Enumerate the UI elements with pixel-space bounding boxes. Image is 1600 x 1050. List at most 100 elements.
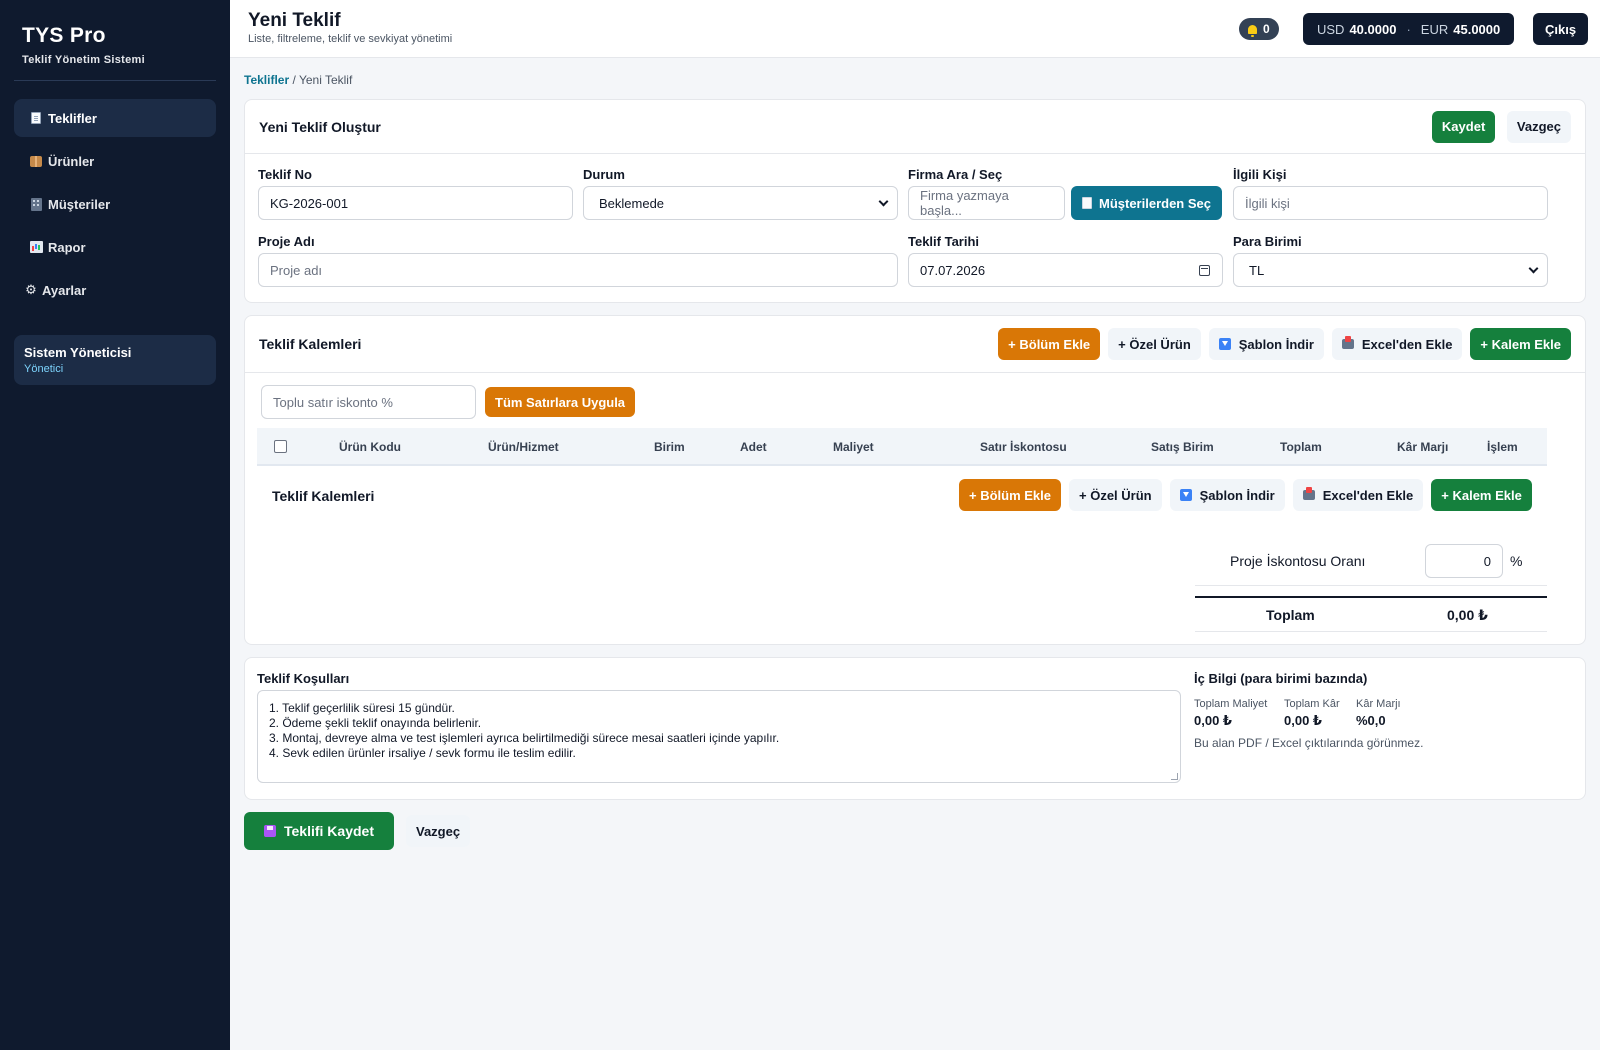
- conditions-title: Teklif Koşulları: [257, 671, 350, 686]
- durum-selected-value: Beklemede: [599, 195, 665, 211]
- quote-form-actions: Kaydet Vazgeç: [1424, 110, 1571, 143]
- eur-label: EUR: [1420, 21, 1449, 37]
- column-header: Ürün/Hizmet: [488, 440, 559, 454]
- logout-button[interactable]: Çıkış: [1533, 13, 1589, 45]
- apply-all-rows-button[interactable]: Tüm Satırlara Uygula: [485, 387, 636, 417]
- project-discount-label: Proje İskontosu Oranı: [1230, 553, 1366, 569]
- add-section-button[interactable]: + Bölüm Ekle: [959, 479, 1061, 511]
- save-button[interactable]: Kaydet: [1431, 110, 1496, 143]
- select-customer-button[interactable]: Müşterilerden Seç: [1071, 186, 1222, 220]
- user-card[interactable]: Sistem Yöneticisi Yönetici: [14, 335, 216, 385]
- column-header: Kâr Marjı: [1397, 440, 1449, 454]
- internal-info-note: Bu alan PDF / Excel çıktılarında görünme…: [1194, 736, 1424, 750]
- cancel-button[interactable]: Vazgeç: [1506, 110, 1571, 143]
- inner-items-title: Teklif Kalemleri: [272, 488, 375, 504]
- user-role: Yönetici: [24, 363, 64, 375]
- column-header: Toplam: [1280, 440, 1322, 454]
- download-template-button[interactable]: Şablon İndir: [1169, 479, 1285, 511]
- conditions-card: Teklif Koşulları 1. Teklif geçerlilik sü…: [244, 657, 1586, 800]
- teklif-tarihi-input[interactable]: 07.07.2026: [908, 253, 1223, 287]
- condition-line: 1. Teklif geçerlilik süresi 15 gündür.: [269, 701, 455, 715]
- add-custom-product-button[interactable]: + Özel Ürün: [1069, 479, 1162, 511]
- resize-handle-icon[interactable]: [1171, 773, 1178, 780]
- brand-subtitle: Teklif Yönetim Sistemi: [22, 54, 145, 66]
- select-customer-label: Müşterilerden Seç: [1099, 195, 1211, 211]
- sidebar-item-ayarlar[interactable]: ⚙ Ayarlar: [14, 271, 216, 309]
- breadcrumb-root-link[interactable]: Teklifler: [244, 73, 289, 87]
- column-header: Maliyet: [833, 440, 874, 454]
- condition-line: 3. Montaj, devreye alma ve test işlemler…: [269, 731, 780, 745]
- condition-line: 4. Sevk edilen ürünler irsaliye / sevk f…: [269, 746, 576, 760]
- total-label: Toplam: [1266, 607, 1315, 623]
- notification-count: 0: [1263, 22, 1270, 36]
- firma-search-input[interactable]: Firma yazmaya başla...: [908, 186, 1065, 220]
- project-discount-input[interactable]: 0: [1425, 544, 1503, 578]
- divider: [1195, 631, 1547, 632]
- rate-separator: ·: [1406, 21, 1411, 37]
- quote-form-card: Yeni Teklif Oluştur Kaydet Vazgeç Teklif…: [244, 99, 1586, 303]
- page-subtitle: Liste, filtreleme, teklif ve sevkiyat yö…: [248, 33, 453, 45]
- download-icon: [1218, 338, 1231, 350]
- chevron-down-icon: [1528, 263, 1539, 274]
- sidebar-item-rapor[interactable]: Rapor: [14, 228, 216, 266]
- box-icon: [26, 155, 46, 167]
- quote-form-title: Yeni Teklif Oluştur: [259, 118, 381, 135]
- conditions-textarea[interactable]: 1. Teklif geçerlilik süresi 15 gündür. 2…: [257, 690, 1181, 783]
- quote-items-card: Teklif Kalemleri + Bölüm Ekle + Özel Ürü…: [244, 315, 1586, 645]
- sidebar-item-teklifler[interactable]: Teklifler: [14, 99, 216, 137]
- select-all-checkbox[interactable]: [274, 440, 287, 453]
- column-header: Adet: [740, 440, 767, 454]
- import-excel-button[interactable]: Excel'den Ekle: [1331, 328, 1463, 360]
- brand-title: TYS Pro: [22, 24, 106, 47]
- download-template-label: Şablon İndir: [1238, 336, 1314, 352]
- sidebar-item-musteriler[interactable]: Müşteriler: [14, 185, 216, 223]
- floppy-disk-icon: [264, 825, 276, 837]
- stat-value: %0,0: [1356, 713, 1386, 728]
- import-excel-button[interactable]: Excel'den Ekle: [1292, 479, 1424, 511]
- cancel-button[interactable]: Vazgeç: [406, 815, 471, 847]
- column-header: Satış Birim: [1151, 440, 1214, 454]
- import-excel-label: Excel'den Ekle: [1322, 487, 1414, 503]
- breadcrumb-current: Yeni Teklif: [298, 73, 353, 87]
- teklif-tarihi-value: 07.07.2026: [920, 262, 986, 278]
- proje-adi-input[interactable]: Proje adı: [258, 253, 898, 287]
- para-birimi-select[interactable]: TL: [1233, 253, 1548, 287]
- bell-icon: [1248, 24, 1257, 37]
- add-custom-product-button[interactable]: + Özel Ürün: [1108, 328, 1201, 360]
- add-item-button[interactable]: + Kalem Ekle: [1470, 328, 1571, 360]
- stat-value: 0,00 ₺: [1284, 713, 1322, 728]
- add-item-button[interactable]: + Kalem Ekle: [1431, 479, 1532, 511]
- sidebar-nav: Teklifler Ürünler Müşteriler Rapor ⚙ Aya…: [14, 99, 216, 309]
- column-header: İşlem: [1487, 440, 1518, 454]
- proje-adi-label: Proje Adı: [258, 234, 315, 249]
- durum-select[interactable]: Beklemede: [583, 186, 898, 220]
- column-header: Satır İskontosu: [980, 440, 1067, 454]
- calendar-icon[interactable]: [1199, 265, 1210, 276]
- total-value: 0,00 ₺: [1447, 607, 1488, 623]
- ilgili-kisi-input[interactable]: İlgili kişi: [1233, 186, 1548, 220]
- bulk-discount-input[interactable]: Toplu satır iskonto %: [261, 385, 476, 419]
- total-divider: [1195, 596, 1547, 598]
- ilgili-kisi-label: İlgili Kişi: [1233, 167, 1287, 182]
- building-icon: [26, 197, 46, 211]
- save-quote-button[interactable]: Teklifi Kaydet: [244, 812, 394, 850]
- condition-line: 2. Ödeme şekli teklif onayında belirleni…: [269, 716, 482, 730]
- inbox-tray-icon: [1302, 487, 1315, 500]
- exchange-rates: USD 40.0000 · EUR 45.0000: [1303, 13, 1515, 45]
- chevron-down-icon: [878, 196, 889, 207]
- internal-info-title: İç Bilgi (para birimi bazında): [1194, 671, 1368, 686]
- sidebar-item-urunler[interactable]: Ürünler: [14, 142, 216, 180]
- notifications-badge[interactable]: 0: [1239, 18, 1279, 40]
- teklif-no-input[interactable]: KG-2026-001: [258, 186, 573, 220]
- gear-icon: ⚙: [25, 282, 37, 297]
- main-content: Teklifler / Yeni Teklif Yeni Teklif Oluş…: [230, 58, 1600, 850]
- quote-form-fields: Teklif No KG-2026-001 Durum Beklemede Fi…: [245, 154, 1585, 300]
- chart-icon: [26, 241, 46, 253]
- sidebar-item-label: Ayarlar: [42, 282, 87, 298]
- items-table-header: Ürün Kodu Ürün/Hizmet Birim Adet Maliyet…: [257, 428, 1547, 466]
- save-quote-label: Teklifi Kaydet: [284, 823, 374, 839]
- inbox-tray-icon: [1341, 336, 1354, 349]
- add-section-button[interactable]: + Bölüm Ekle: [998, 328, 1101, 360]
- download-template-button[interactable]: Şablon İndir: [1208, 328, 1324, 360]
- percent-unit: %: [1510, 553, 1523, 569]
